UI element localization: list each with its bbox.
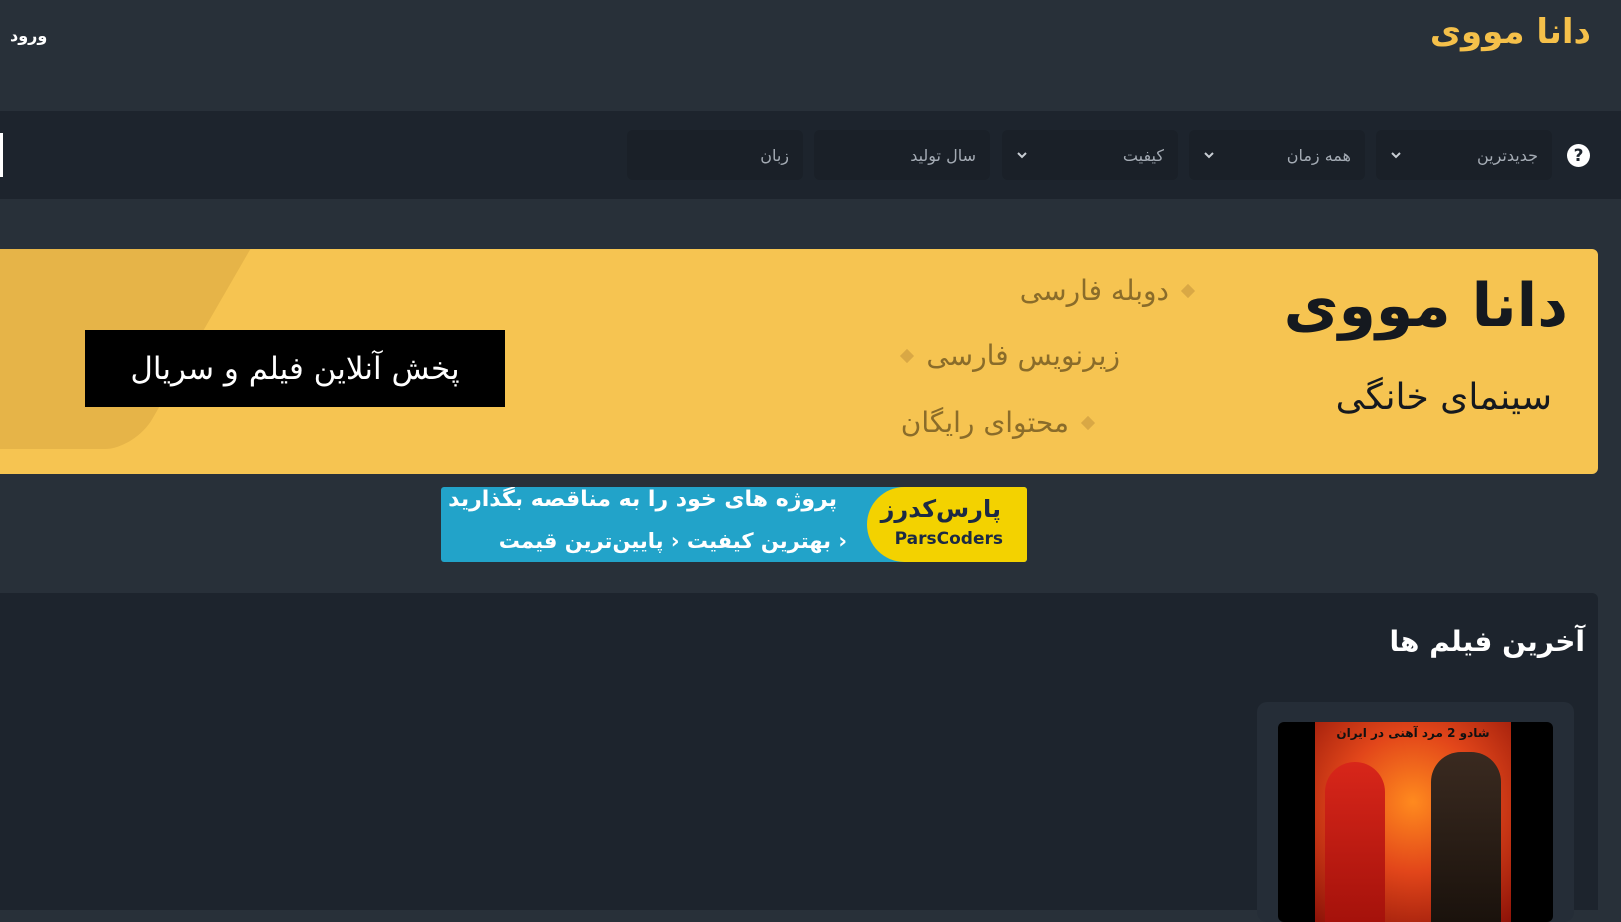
- time-select[interactable]: همه زمان: [1189, 130, 1365, 180]
- hero-feature: دوبله فارسی: [1019, 274, 1196, 307]
- hero-feature-label: زیرنویس فارسی: [926, 339, 1120, 372]
- hero-title: دانا مووی: [1283, 271, 1568, 341]
- hero-cta-label: پخش آنلاین فیلم و سریال: [85, 330, 505, 407]
- chevron-down-icon: [1204, 152, 1214, 159]
- poster-caption: شادو 2 مرد آهنی در ایران: [1336, 726, 1490, 740]
- ad-tagline: ‹ بهترین کیفیت ‹ پایین‌ترین قیمت: [498, 529, 847, 553]
- year-input[interactable]: [814, 130, 990, 180]
- login-link[interactable]: ورود: [10, 26, 47, 45]
- poster-figure: [1431, 752, 1501, 922]
- hero-feature: زیرنویس فارسی: [900, 339, 1120, 372]
- section-title: آخرین فیلم ها: [1389, 625, 1585, 658]
- hero-banner: دانا مووی سینمای خانگی دوبله فارسی زیرنو…: [0, 249, 1598, 474]
- poster-art: [1315, 722, 1511, 922]
- quality-select[interactable]: کیفیت: [1002, 130, 1178, 180]
- ad-headline: پروژه های خود را به مناقصه بگذارید: [448, 487, 837, 512]
- site-logo[interactable]: دانا مووی: [1430, 12, 1591, 52]
- search-edge[interactable]: [0, 133, 3, 177]
- diamond-icon: [900, 348, 915, 363]
- chevron-down-icon: [1391, 152, 1401, 159]
- time-select-label: همه زمان: [1286, 145, 1351, 165]
- ad-brand-name: پارس‌کدرز: [880, 495, 1001, 523]
- sort-select-label: جدیدترین: [1476, 145, 1538, 165]
- hero-subtitle: سینمای خانگی: [1335, 377, 1552, 418]
- poster-figure: [1325, 762, 1385, 922]
- hero-feature-label: دوبله فارسی: [1019, 274, 1169, 307]
- movie-poster[interactable]: شادو 2 مرد آهنی در ایران: [1278, 722, 1553, 922]
- diamond-icon: [1080, 415, 1096, 430]
- language-input[interactable]: [627, 130, 803, 180]
- hero-feature: محتوای رایگان: [900, 406, 1096, 439]
- diamond-icon: [1180, 283, 1196, 298]
- hero-feature-label: محتوای رایگان: [900, 406, 1069, 439]
- quality-select-label: کیفیت: [1122, 145, 1164, 165]
- site-header: دانا مووی ورود: [0, 0, 1621, 111]
- sort-select[interactable]: جدیدترین: [1376, 130, 1552, 180]
- ad-brand-name-en: ParsCoders: [894, 529, 1003, 549]
- chevron-down-icon: [1017, 152, 1027, 159]
- ad-banner[interactable]: پارس‌کدرز ParsCoders پروژه های خود را به…: [441, 487, 1027, 562]
- help-icon[interactable]: ?: [1567, 144, 1590, 167]
